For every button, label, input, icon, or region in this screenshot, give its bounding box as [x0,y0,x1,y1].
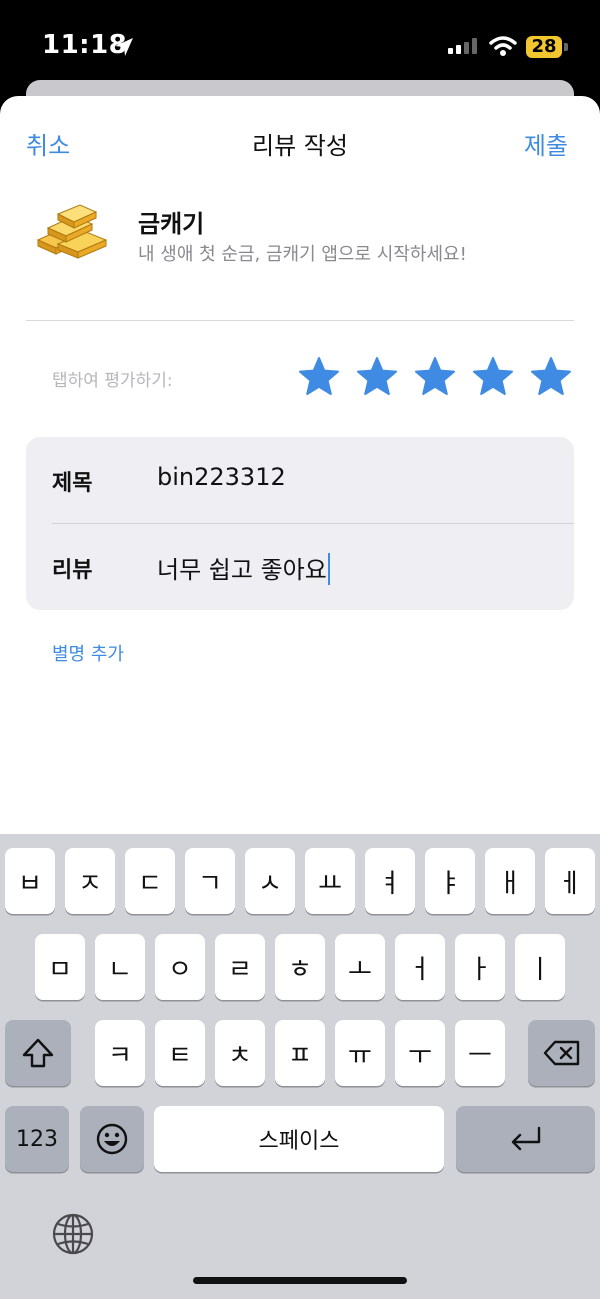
key[interactable]: ㅇ [155,934,205,1000]
key[interactable]: ㅕ [365,848,415,914]
space-key[interactable]: 스페이스 [154,1106,444,1172]
key[interactable]: ㅜ [395,1020,445,1086]
text-cursor [327,553,330,585]
key[interactable]: ㅅ [245,848,295,914]
star-icon[interactable] [414,356,456,398]
key[interactable]: ㄱ [185,848,235,914]
key[interactable]: ㅍ [275,1020,325,1086]
battery-tip [564,43,568,51]
status-bar: 11:18 28 [0,0,600,90]
key[interactable]: ㅡ [455,1020,505,1086]
key[interactable]: ㅛ [305,848,355,914]
numbers-key[interactable]: 123 [5,1106,69,1172]
key[interactable]: ㅑ [425,848,475,914]
gold-bars-icon [36,204,108,259]
app-name: 금캐기 [138,210,205,238]
location-arrow-icon [115,38,133,56]
globe-icon[interactable] [51,1212,95,1256]
key[interactable]: ㅏ [455,934,505,1000]
shift-icon [22,1038,54,1068]
review-label: 리뷰 [52,558,93,583]
review-text: 너무 쉽고 좋아요 [157,556,327,584]
star-icon[interactable] [298,356,340,398]
emoji-icon [96,1123,128,1155]
review-field[interactable]: 너무 쉽고 좋아요 [157,550,330,585]
key[interactable]: ㅊ [215,1020,265,1086]
key[interactable]: ㅌ [155,1020,205,1086]
form-separator [52,523,574,524]
add-nickname-link[interactable]: 별명 추가 [52,640,124,666]
backspace-icon [543,1040,579,1066]
star-icon[interactable] [356,356,398,398]
star-rating[interactable] [298,356,578,400]
rating-prompt: 탭하여 평가하기: [52,371,173,391]
key[interactable]: ㅈ [65,848,115,914]
key[interactable]: ㅗ [335,934,385,1000]
key[interactable]: ㅐ [485,848,535,914]
divider [26,320,574,321]
return-key[interactable] [456,1106,595,1172]
key[interactable]: ㅂ [5,848,55,914]
delete-key[interactable] [528,1020,595,1086]
key[interactable]: ㅁ [35,934,85,1000]
wifi-icon [489,36,517,56]
title-label: 제목 [52,471,93,496]
key[interactable]: ㄹ [215,934,265,1000]
key[interactable]: ㅋ [95,1020,145,1086]
key[interactable]: ㄴ [95,934,145,1000]
home-indicator [193,1277,407,1284]
shift-key[interactable] [5,1020,71,1086]
review-form: 제목 bin223312 리뷰 너무 쉽고 좋아요 [26,437,574,610]
cellular-signal-icon [448,38,477,54]
star-icon[interactable] [530,356,572,398]
submit-button[interactable]: 제출 [524,126,568,161]
emoji-key[interactable] [80,1106,144,1172]
key[interactable]: ㅓ [395,934,445,1000]
keyboard: 123 스페이스 ㅂㅈㄷㄱㅅㅛㅕㅑㅐㅔㅁㄴㅇㄹㅎㅗㅓㅏㅣㅋㅌㅊㅍㅠㅜㅡ [0,834,600,1299]
page-title: 리뷰 작성 [252,132,348,160]
star-icon[interactable] [472,356,514,398]
battery-indicator: 28 [526,36,562,58]
app-subtitle: 내 생애 첫 순금, 금캐기 앱으로 시작하세요! [138,244,467,265]
key[interactable]: ㅣ [515,934,565,1000]
key[interactable]: ㅠ [335,1020,385,1086]
return-icon [511,1126,540,1151]
key[interactable]: ㅎ [275,934,325,1000]
key[interactable]: ㅔ [545,848,595,914]
title-field[interactable]: bin223312 [157,463,286,491]
key[interactable]: ㄷ [125,848,175,914]
cancel-button[interactable]: 취소 [26,126,70,161]
